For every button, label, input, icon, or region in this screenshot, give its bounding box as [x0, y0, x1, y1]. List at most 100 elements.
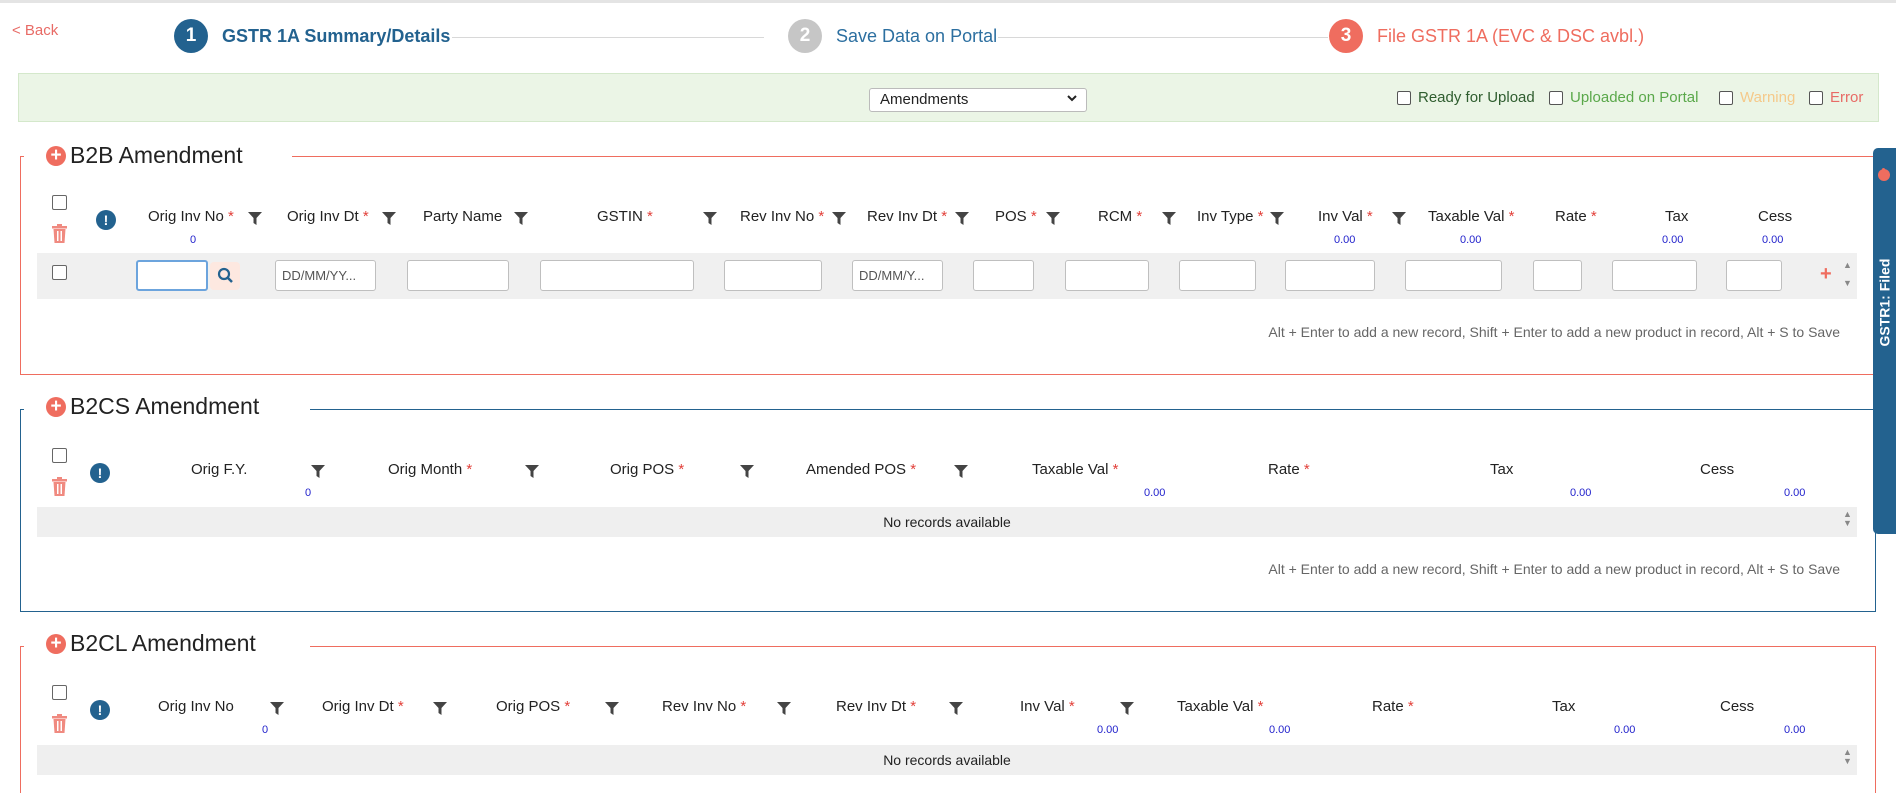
col-label: Orig POS — [610, 461, 675, 478]
row-scroll-arrows[interactable]: ▲ ▼ — [1843, 748, 1852, 766]
add-row-icon[interactable]: + — [1820, 263, 1832, 286]
filter-funnel-icon[interactable] — [1162, 212, 1176, 225]
col-label: Inv Val — [1318, 208, 1363, 225]
sum-taxable-val: 0.00 — [1269, 724, 1291, 736]
search-icon[interactable] — [210, 262, 240, 290]
filter-funnel-icon[interactable] — [703, 212, 717, 225]
sum-taxable-val: 0.00 — [1144, 487, 1166, 499]
col-label: Amended POS — [806, 461, 907, 478]
trash-icon[interactable] — [51, 477, 68, 496]
error-checkbox[interactable]: Error — [1809, 89, 1863, 106]
checkbox-box[interactable] — [1549, 90, 1563, 105]
col-label: Rev Inv No — [740, 208, 815, 225]
sum-cess: 0.00 — [1784, 487, 1806, 499]
gstr1-status-side-tab[interactable]: GSTR1: Filed — [1873, 148, 1896, 534]
step-1[interactable]: 1 GSTR 1A Summary/Details — [174, 19, 450, 53]
ready-for-upload-checkbox[interactable]: Ready for Upload — [1397, 89, 1535, 106]
info-icon[interactable]: ! — [96, 210, 116, 230]
orig-inv-no-input[interactable] — [136, 260, 208, 291]
section-title: B2B Amendment — [70, 142, 243, 168]
plus-icon[interactable]: + — [46, 145, 66, 166]
back-link[interactable]: < Back — [12, 22, 58, 39]
uploaded-on-portal-label: Uploaded on Portal — [1570, 89, 1699, 106]
step-3[interactable]: 3 File GSTR 1A (EVC & DSC avbl.) — [1329, 19, 1644, 53]
filter-funnel-icon[interactable] — [1120, 702, 1134, 715]
select-all-checkbox[interactable] — [52, 195, 67, 210]
taxable-val-input[interactable] — [1405, 260, 1502, 291]
filter-funnel-icon[interactable] — [1046, 212, 1060, 225]
filter-funnel-icon[interactable] — [1392, 212, 1406, 225]
tax-input[interactable] — [1612, 260, 1697, 291]
section-header: + B2CL Amendment — [46, 630, 256, 657]
required-mark: * — [1366, 208, 1373, 225]
checkbox-box[interactable] — [1397, 90, 1411, 105]
rate-input[interactable] — [1533, 260, 1582, 291]
filter-funnel-icon[interactable] — [740, 465, 754, 478]
checkbox-box[interactable] — [1809, 90, 1823, 105]
required-mark: * — [910, 461, 917, 478]
trash-icon[interactable] — [51, 714, 68, 733]
filter-funnel-icon[interactable] — [955, 212, 969, 225]
filter-funnel-icon[interactable] — [433, 702, 447, 715]
gstin-input[interactable] — [540, 260, 694, 291]
col-label: Orig Inv Dt — [287, 208, 359, 225]
select-all-checkbox[interactable] — [52, 448, 67, 463]
required-mark: * — [647, 208, 653, 225]
col-label: Taxable Val — [1032, 461, 1109, 478]
row-scroll-arrows[interactable]: ▲ ▼ — [1843, 510, 1852, 528]
b2b-amendment-section: + B2B Amendment ! Orig Inv No * 0 Orig I… — [20, 140, 1876, 375]
trash-icon[interactable] — [51, 224, 68, 243]
checkbox-box[interactable] — [1719, 90, 1733, 105]
chevron-down-icon — [1066, 91, 1078, 108]
filter-funnel-icon[interactable] — [270, 702, 284, 715]
filter-funnel-icon[interactable] — [1270, 212, 1284, 225]
filter-funnel-icon[interactable] — [248, 212, 262, 225]
filter-funnel-icon[interactable] — [777, 702, 791, 715]
col-taxable-val: Taxable Val * — [1428, 208, 1514, 225]
rev-inv-no-input[interactable] — [724, 260, 822, 291]
step-2[interactable]: 2 Save Data on Portal — [788, 19, 997, 53]
col-cess: Cess — [1720, 698, 1755, 715]
section-border — [310, 646, 1876, 647]
col-rev-inv-no: Rev Inv No * — [662, 698, 746, 715]
col-label: Inv Val — [1020, 698, 1065, 715]
step-3-number: 3 — [1329, 19, 1363, 53]
no-records-row: No records available — [37, 745, 1857, 775]
uploaded-on-portal-checkbox[interactable]: Uploaded on Portal — [1549, 89, 1698, 106]
col-orig-month: Orig Month * — [388, 461, 472, 478]
filter-funnel-icon[interactable] — [382, 212, 396, 225]
col-rcm: RCM * — [1098, 208, 1142, 225]
filter-funnel-icon[interactable] — [525, 465, 539, 478]
filter-funnel-icon[interactable] — [949, 702, 963, 715]
info-icon[interactable]: ! — [90, 700, 110, 720]
info-icon[interactable]: ! — [90, 463, 110, 483]
plus-icon[interactable]: + — [46, 633, 66, 654]
row-scroll-arrows[interactable]: ▲ ▼ — [1843, 261, 1852, 288]
cess-input[interactable] — [1726, 260, 1782, 291]
filter-funnel-icon[interactable] — [311, 465, 325, 478]
sum-cess: 0.00 — [1784, 724, 1806, 736]
view-select-value: Amendments — [880, 91, 969, 108]
b2cl-amendment-section: + B2CL Amendment ! Orig Inv No 0 Orig In… — [20, 630, 1876, 793]
inv-type-input[interactable] — [1179, 260, 1256, 291]
select-all-checkbox[interactable] — [52, 685, 67, 700]
plus-icon[interactable]: + — [46, 396, 66, 417]
sum-tax: 0.00 — [1614, 724, 1636, 736]
row-checkbox[interactable] — [52, 265, 67, 280]
pos-input[interactable] — [973, 260, 1034, 291]
filter-funnel-icon[interactable] — [605, 702, 619, 715]
filter-funnel-icon[interactable] — [514, 212, 528, 225]
filter-funnel-icon[interactable] — [954, 465, 968, 478]
inv-val-input[interactable] — [1285, 260, 1375, 291]
view-select[interactable]: Amendments — [869, 88, 1087, 112]
section-title: B2CS Amendment — [70, 393, 260, 419]
rev-inv-dt-input[interactable]: DD/MM/Y... — [852, 260, 943, 291]
party-name-input[interactable] — [407, 260, 509, 291]
warning-checkbox[interactable]: Warning — [1719, 89, 1795, 106]
rcm-input[interactable] — [1065, 260, 1149, 291]
filter-funnel-icon[interactable] — [832, 212, 846, 225]
sum-orig-inv-no: 0 — [190, 234, 197, 246]
orig-inv-dt-input[interactable]: DD/MM/YY... — [275, 260, 376, 291]
section-border — [20, 156, 24, 157]
step-2-number: 2 — [788, 19, 822, 53]
